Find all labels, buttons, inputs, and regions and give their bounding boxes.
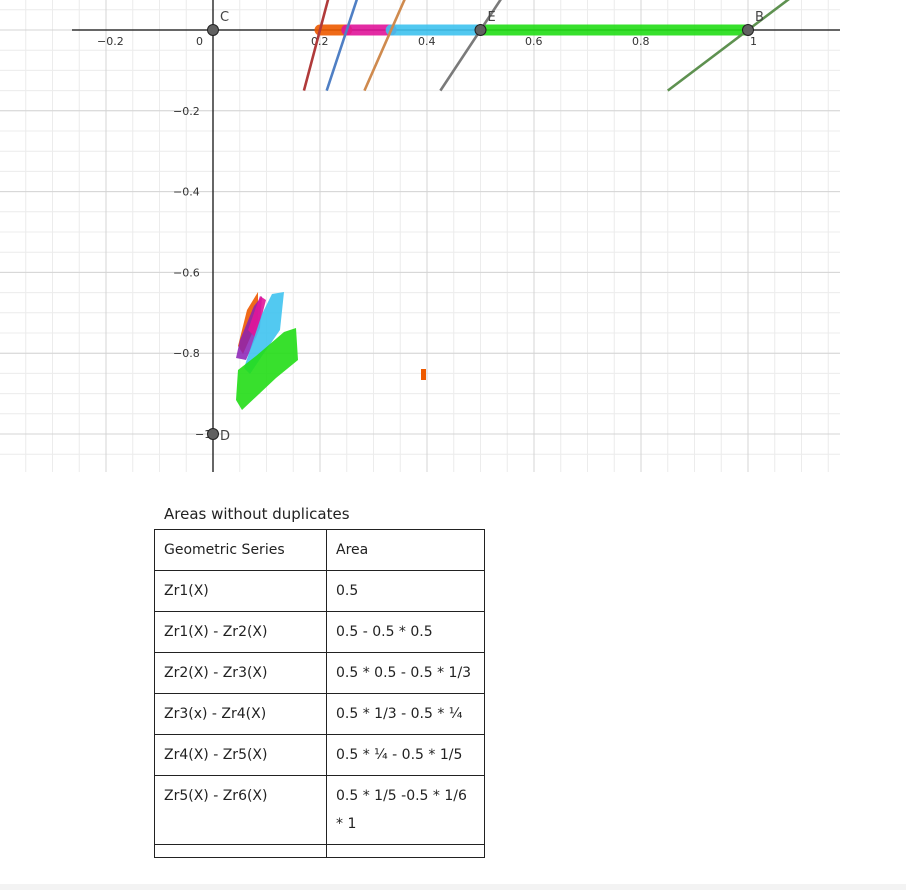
- table-row: Zr2(X) - Zr3(X) 0.5 * 0.5 - 0.5 * 1/3: [154, 652, 485, 694]
- graph-panel[interactable]: −0.2 0 0.2 0.4 0.6 0.8 1 −0.2 −0.4 −0.6 −0.8 −1 C E B D: [0, 0, 840, 472]
- series-cell: Zr5(X) - Zr6(X): [154, 775, 327, 845]
- area-cell: 0.5 * 1/5 -0.5 * 1/6 * 1: [326, 775, 485, 845]
- series-cell: Zr1(X): [154, 570, 327, 612]
- area-table: Geometric Series Area Zr1(X) 0.5 Zr1(X) - …: [154, 529, 485, 858]
- x-tick-label: 0: [196, 35, 203, 48]
- point-B: [742, 24, 754, 36]
- line-blue: [325, 0, 359, 92]
- point-E: [474, 24, 487, 36]
- highlight-mark: [421, 369, 426, 380]
- table-caption: Areas without duplicates: [164, 505, 350, 523]
- table-header-row: Geometric Series Area: [154, 529, 485, 571]
- table-row: Zr1(X) - Zr2(X) 0.5 - 0.5 * 0.5: [154, 611, 485, 653]
- series-cell: Zr1(X) - Zr2(X): [154, 611, 327, 653]
- x-tick-label: 0.6: [525, 35, 543, 48]
- x-tick-label: 0.2: [311, 35, 329, 48]
- area-cell: 0.5 * ¼ - 0.5 * 1/5: [326, 734, 485, 776]
- header-area: Area: [326, 529, 485, 571]
- series-cell: [154, 844, 327, 858]
- table-row: Zr4(X) - Zr5(X) 0.5 * ¼ - 0.5 * 1/5: [154, 734, 485, 776]
- x-tick-label: 0.4: [418, 35, 436, 48]
- table-row: Zr1(X) 0.5: [154, 570, 485, 612]
- point-D: [207, 428, 219, 440]
- coordinate-plane[interactable]: −0.2 0 0.2 0.4 0.6 0.8 1−0.2−0.4−0.6−0.8−1C E BD: [0, 0, 840, 472]
- point-label-B: B: [755, 10, 764, 25]
- area-cell: 0.5: [326, 570, 485, 612]
- x-tick-label: 1: [750, 35, 757, 48]
- point-label-E: E: [488, 10, 496, 25]
- y-tick-label: −0.2: [173, 105, 200, 118]
- y-tick-label: −0.8: [173, 347, 200, 360]
- y-tick-label: −0.6: [173, 266, 200, 279]
- series-cell: Zr3(x) - Zr4(X): [154, 693, 327, 735]
- area-cell: 0.5 * 0.5 - 0.5 * 1/3: [326, 652, 485, 694]
- table-row: Zr5(X) - Zr6(X) 0.5 * 1/5 -0.5 * 1/6 * 1: [154, 775, 485, 845]
- series-cell: Zr4(X) - Zr5(X): [154, 734, 327, 776]
- y-tick-label: −0.4: [173, 186, 200, 199]
- point-label-C: C: [220, 10, 229, 25]
- area-cell: 0.5 * 1/3 - 0.5 * ¼: [326, 693, 485, 735]
- x-tick-label: 0.8: [632, 35, 650, 48]
- bottom-strip: [0, 884, 906, 890]
- area-cell: [326, 844, 485, 858]
- series-cell: Zr2(X) - Zr3(X): [154, 652, 327, 694]
- x-tick-label: −0.2: [97, 35, 124, 48]
- header-geometric-series: Geometric Series: [154, 529, 327, 571]
- table-row: Zr3(x) - Zr4(X) 0.5 * 1/3 - 0.5 * ¼: [154, 693, 485, 735]
- table-row: [154, 844, 485, 858]
- point-C: [207, 24, 219, 36]
- area-cell: 0.5 - 0.5 * 0.5: [326, 611, 485, 653]
- point-label-D: D: [220, 429, 230, 444]
